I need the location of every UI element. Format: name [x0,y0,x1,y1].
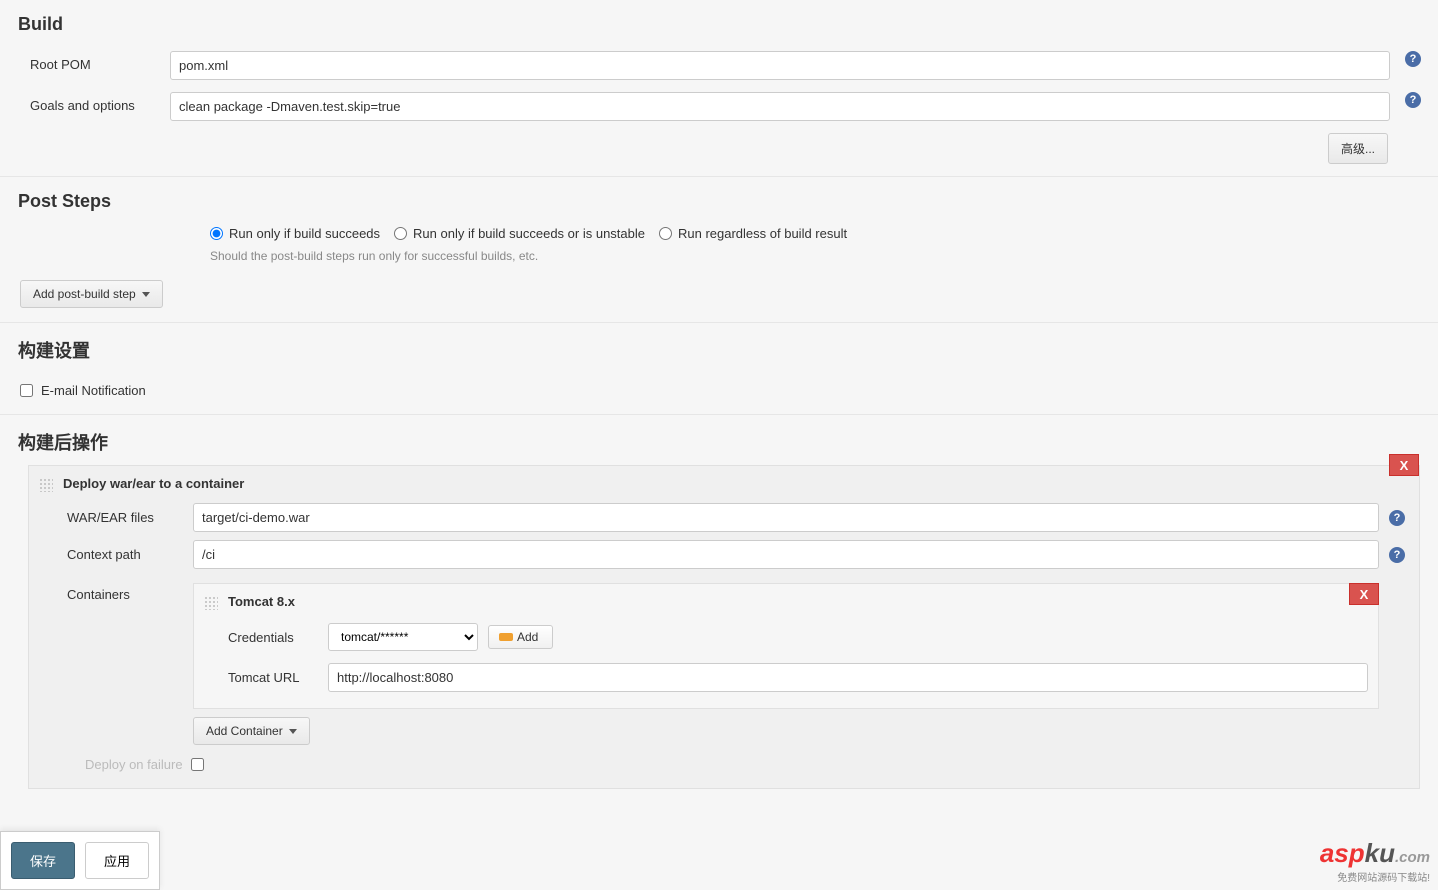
key-icon [499,633,513,641]
radio-run-if-succeeds[interactable]: Run only if build succeeds [210,226,380,241]
radio-run-regardless[interactable]: Run regardless of build result [659,226,847,241]
drag-handle-icon[interactable] [204,596,218,610]
goals-input[interactable] [170,92,1390,121]
post-steps-hint: Should the post-build steps run only for… [10,245,1428,275]
chevron-down-icon [289,729,297,734]
help-icon[interactable]: ? [1389,547,1405,563]
advanced-button[interactable]: 高级... [1328,133,1388,164]
radio-input[interactable] [659,227,672,240]
watermark: aspku.com 免费网站源码下载站! [1320,838,1430,884]
radio-run-if-succeeds-or-unstable[interactable]: Run only if build succeeds or is unstabl… [394,226,645,241]
watermark-brand-b: ku [1365,838,1395,868]
credentials-label: Credentials [228,630,318,645]
root-pom-label: Root POM [10,51,170,72]
radio-input[interactable] [394,227,407,240]
section-title-build: Build [10,0,1428,45]
context-path-input[interactable] [193,540,1379,569]
button-label: Add post-build step [33,287,136,301]
watermark-tag: 免费网站源码下载站! [1320,869,1430,884]
war-files-label: WAR/EAR files [63,510,193,525]
radio-label: Run regardless of build result [678,226,847,241]
email-notification-label: E-mail Notification [41,383,146,398]
save-button[interactable]: 保存 [11,842,75,879]
help-icon[interactable]: ? [1405,51,1421,67]
email-notification-checkbox[interactable] [20,384,33,397]
tomcat-container-block: X Tomcat 8.x Credentials tomcat/****** A… [193,583,1379,709]
help-icon[interactable]: ? [1389,510,1405,526]
watermark-brand-c: .com [1395,849,1430,866]
add-credentials-button[interactable]: Add [488,625,553,649]
help-icon[interactable]: ? [1405,92,1421,108]
remove-container-button[interactable]: X [1349,583,1379,605]
deploy-publisher-block: X Deploy war/ear to a container WAR/EAR … [28,465,1420,789]
radio-label: Run only if build succeeds or is unstabl… [413,226,645,241]
bottom-action-bar: 保存 应用 [0,831,160,890]
goals-label: Goals and options [10,92,170,113]
button-label: Add [517,630,538,644]
container-title: Tomcat 8.x [228,594,1368,617]
remove-publisher-button[interactable]: X [1389,454,1419,476]
tomcat-url-input[interactable] [328,663,1368,692]
radio-label: Run only if build succeeds [229,226,380,241]
tomcat-url-label: Tomcat URL [228,670,318,685]
credentials-select[interactable]: tomcat/****** [328,623,478,651]
section-title-post-build-actions: 构建后操作 [10,415,1428,465]
root-pom-input[interactable] [170,51,1390,80]
deploy-on-failure-checkbox[interactable] [191,758,204,771]
containers-label: Containers [63,577,193,602]
section-title-build-settings: 构建设置 [10,323,1428,373]
drag-handle-icon[interactable] [39,478,53,492]
add-post-build-step-button[interactable]: Add post-build step [20,280,163,308]
chevron-down-icon [142,292,150,297]
section-title-post-steps: Post Steps [10,177,1428,222]
apply-button[interactable]: 应用 [85,842,149,879]
deploy-on-failure-label: Deploy on failure [85,757,183,772]
watermark-brand-a: asp [1320,838,1365,868]
deploy-title: Deploy war/ear to a container [63,476,1409,499]
button-label: Add Container [206,724,283,738]
radio-input[interactable] [210,227,223,240]
add-container-button[interactable]: Add Container [193,717,310,745]
context-path-label: Context path [63,547,193,562]
war-files-input[interactable] [193,503,1379,532]
